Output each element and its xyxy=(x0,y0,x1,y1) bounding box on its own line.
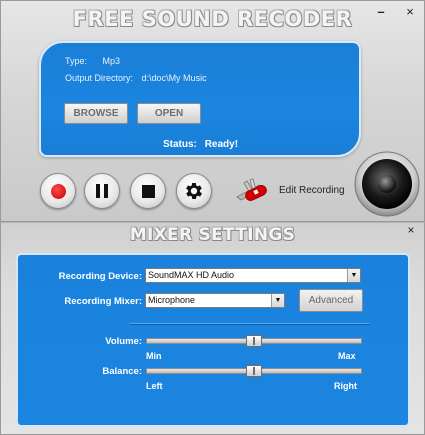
mixer-close-button[interactable]: × xyxy=(404,223,418,237)
pause-button[interactable] xyxy=(84,173,120,209)
volume-slider[interactable] xyxy=(146,335,362,347)
volume-max-label: Max xyxy=(338,351,356,361)
output-directory-label: Output Directory: xyxy=(65,73,134,83)
type-label: Type: xyxy=(65,56,88,66)
volume-slider-thumb[interactable] xyxy=(246,335,262,347)
minimize-button[interactable]: – xyxy=(373,4,389,20)
type-value: Mp3 xyxy=(102,56,121,66)
advanced-button[interactable]: Advanced xyxy=(299,289,363,312)
volume-min-label: Min xyxy=(146,351,162,361)
swiss-knife-icon xyxy=(236,178,267,201)
balance-right-label: Right xyxy=(334,381,357,391)
volume-label: Volume: xyxy=(105,336,142,347)
divider xyxy=(130,323,370,325)
recording-mixer-value: Microphone xyxy=(148,295,196,305)
record-button[interactable] xyxy=(40,173,76,209)
settings-button[interactable] xyxy=(176,173,212,209)
speaker-icon xyxy=(354,151,420,217)
browse-button[interactable]: BROWSE xyxy=(64,103,128,124)
stop-button[interactable] xyxy=(130,173,166,209)
edit-recording-label: Edit Recording xyxy=(279,185,345,196)
mixer-title: MIXER SETTINGS xyxy=(129,225,296,245)
recording-device-value: SoundMAX HD Audio xyxy=(148,270,235,280)
record-icon xyxy=(50,183,66,199)
type-row: Type: Mp3 xyxy=(65,56,120,66)
recording-mixer-label: Recording Mixer: xyxy=(64,296,142,307)
gear-icon xyxy=(186,183,202,199)
balance-slider-thumb[interactable] xyxy=(246,365,262,377)
close-button[interactable]: × xyxy=(402,4,418,20)
open-button[interactable]: OPEN xyxy=(137,103,201,124)
balance-label: Balance: xyxy=(102,366,142,377)
status-line: Status: Ready! xyxy=(163,139,238,150)
output-directory-row: Output Directory: d:\doc\My Music xyxy=(65,73,207,83)
pause-icon xyxy=(96,184,108,198)
dropdown-arrow-icon[interactable]: ▼ xyxy=(271,294,284,307)
status-label: Status: xyxy=(163,139,197,150)
mixer-settings-window: MIXER SETTINGS × Recording Device: Sound… xyxy=(0,222,425,435)
stop-icon xyxy=(141,184,155,198)
info-panel: Type: Mp3 Output Directory: d:\doc\My Mu… xyxy=(39,41,361,157)
recording-device-label: Recording Device: xyxy=(58,271,142,282)
recorder-window: FREE SOUND RECODER – × Type: Mp3 Output … xyxy=(0,0,425,222)
mixer-panel: Recording Device: SoundMAX HD Audio ▼ Re… xyxy=(16,253,410,427)
recording-mixer-select[interactable]: Microphone ▼ xyxy=(145,293,285,308)
status-value: Ready! xyxy=(204,139,239,150)
balance-slider[interactable] xyxy=(146,365,362,377)
app-title: FREE SOUND RECODER xyxy=(72,7,353,31)
dropdown-arrow-icon[interactable]: ▼ xyxy=(347,269,360,282)
balance-left-label: Left xyxy=(146,381,163,391)
recording-device-select[interactable]: SoundMAX HD Audio ▼ xyxy=(145,268,361,283)
edit-recording-button[interactable]: Edit Recording xyxy=(233,173,349,209)
output-directory-value: d:\doc\My Music xyxy=(141,73,207,83)
